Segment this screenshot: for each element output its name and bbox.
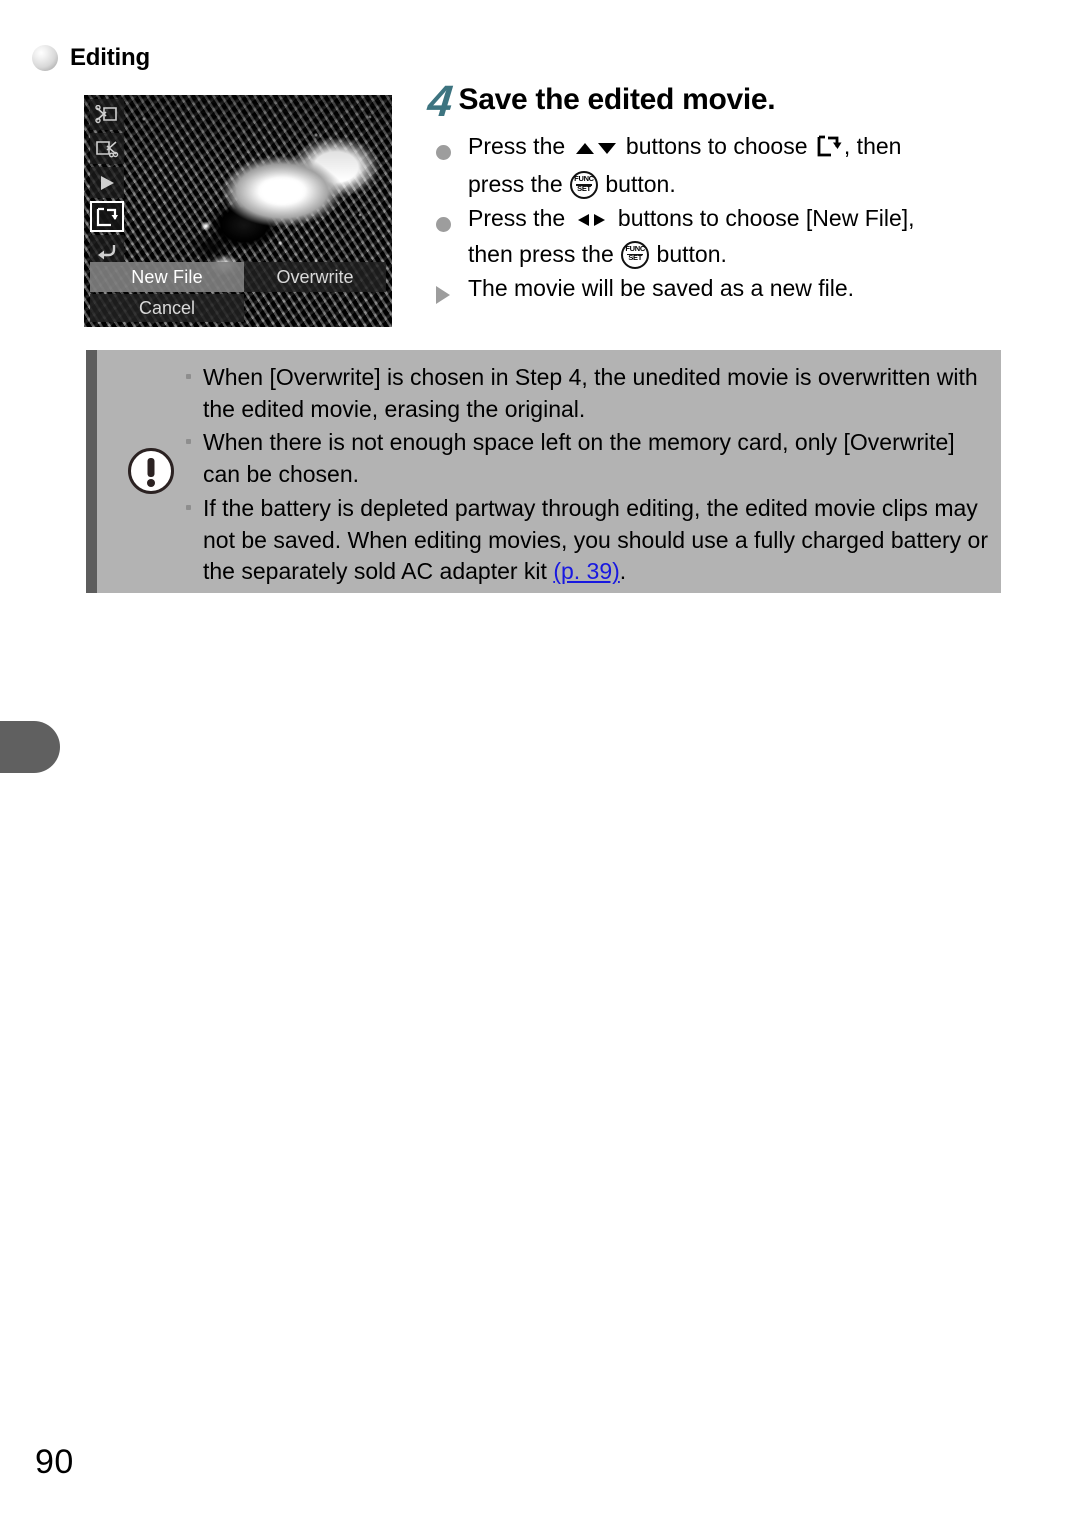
bullet-1-text-c: , then [843, 133, 902, 160]
cancel-option[interactable]: Cancel [90, 294, 244, 322]
step-bullet-2: Press the buttons to choose [New File], [436, 202, 1028, 238]
step-instructions: 4 Save the edited movie. Press the butto… [425, 77, 1028, 305]
step-bullet-1-continuation: press the FUNC SET button. [468, 168, 1028, 202]
bullet-1-cont-a: press the [468, 171, 569, 198]
save-new-file-icon[interactable] [90, 201, 124, 232]
square-bullet-icon [186, 439, 191, 445]
chapter-index-tab [0, 721, 60, 773]
caution-item-text: When there is not enough space left on t… [203, 429, 955, 488]
trim-back-icon[interactable] [90, 133, 124, 164]
bullet-1-cont-b: button. [599, 171, 676, 198]
sphere-bullet-icon [32, 45, 58, 71]
save-options-menu: New File Overwrite Cancel [90, 262, 386, 322]
play-icon[interactable] [90, 167, 124, 198]
bullet-1-text-a: Press the [468, 133, 572, 160]
overwrite-option[interactable]: Overwrite [244, 262, 386, 292]
step-result-line: The movie will be saved as a new file. [436, 272, 1028, 306]
up-down-buttons-icon [575, 132, 617, 166]
save-new-file-icon [816, 134, 842, 168]
bullet-1-text-b: buttons to choose [619, 133, 814, 160]
left-right-buttons-icon [575, 204, 609, 238]
trim-front-icon[interactable] [90, 99, 124, 130]
step-bullet-2-continuation: then press the FUNC SET button. [468, 238, 1028, 272]
new-file-option[interactable]: New File [90, 262, 244, 292]
camera-screen-illustration: New File Overwrite Cancel [84, 95, 392, 327]
step-heading: 4 Save the edited movie. [425, 77, 1028, 126]
bullet-2-text-a: Press the [468, 205, 572, 232]
caution-item: If the battery is depleted partway throu… [185, 493, 995, 588]
result-triangle-icon [436, 272, 450, 306]
step-number: 4 [425, 77, 456, 126]
func-set-button-icon: FUNC SET [621, 240, 650, 269]
step-bullet-1: Press the buttons to choose , then [436, 130, 1028, 168]
step-bullet-list: Press the buttons to choose , then press… [428, 130, 1028, 305]
func-set-button-icon: FUNC SET [570, 171, 598, 200]
camera-edit-toolbar [90, 99, 124, 266]
page-number: 90 [35, 1443, 74, 1481]
step-title: Save the edited movie. [458, 83, 776, 116]
page-reference-link[interactable]: (p. 39) [553, 558, 619, 584]
bullet-2-cont-b: button. [650, 240, 727, 267]
caution-item: When [Overwrite] is chosen in Step 4, th… [185, 362, 995, 425]
running-head: Editing [32, 44, 150, 72]
bullet-2-text-b: buttons to choose [New File], [611, 205, 915, 232]
section-title: Editing [70, 44, 150, 71]
caution-item-text: When [Overwrite] is chosen in Step 4, th… [203, 364, 978, 422]
square-bullet-icon [186, 374, 191, 379]
caution-list: When [Overwrite] is chosen in Step 4, th… [185, 362, 995, 590]
bullet-dot-icon [436, 130, 451, 164]
caution-box: When [Overwrite] is chosen in Step 4, th… [86, 350, 1001, 593]
bullet-dot-icon [436, 202, 451, 236]
exclamation-circle-icon [128, 448, 174, 494]
square-bullet-icon [186, 504, 191, 510]
bullet-2-cont-a: then press the [468, 240, 621, 267]
caution-item-period: . [619, 558, 627, 585]
caution-item: When there is not enough space left on t… [185, 427, 995, 490]
result-text: The movie will be saved as a new file. [468, 274, 855, 301]
